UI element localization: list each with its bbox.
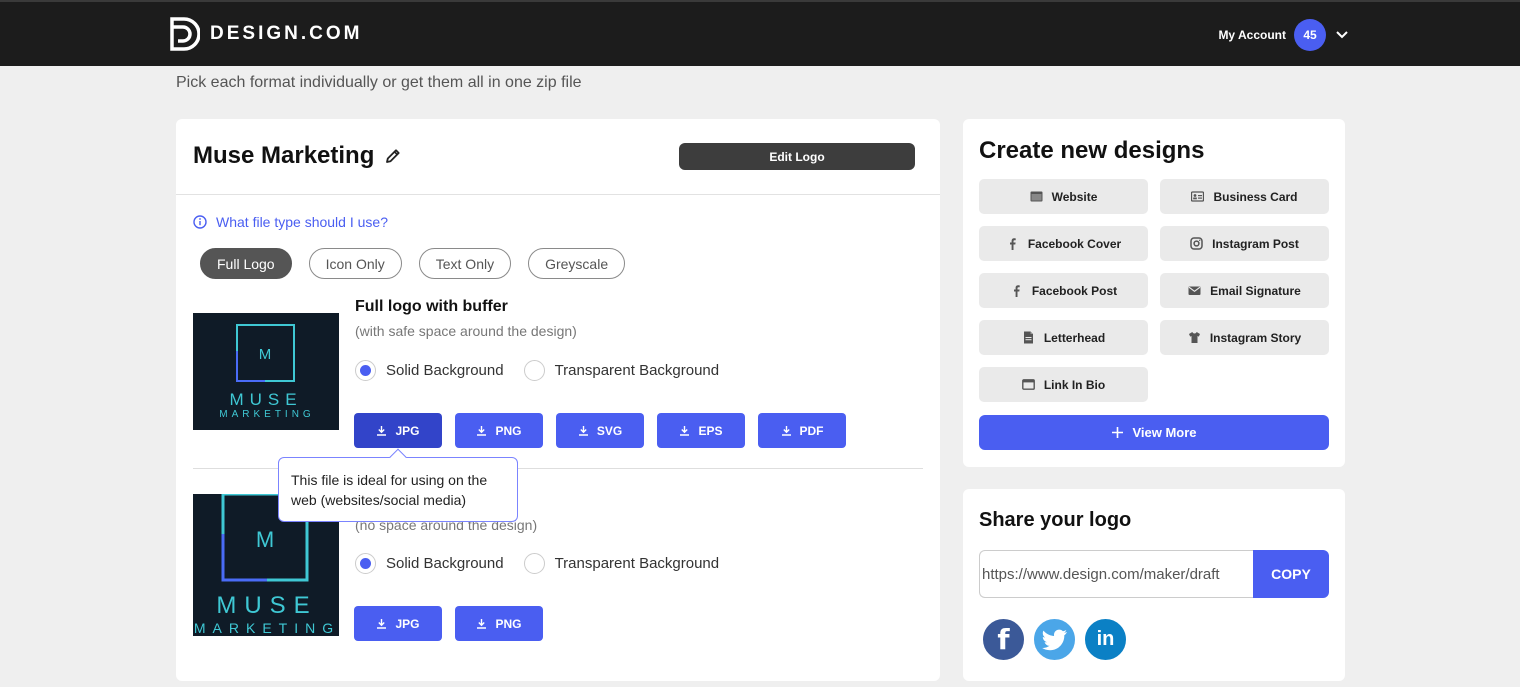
browser-icon [1030,191,1043,202]
download-png-button[interactable]: PNG [455,606,543,641]
facebook-icon [1009,238,1016,250]
download-icon [477,619,487,629]
tab-full-logo[interactable]: Full Logo [200,248,292,279]
id-card-icon [1191,191,1205,202]
design-business-card-button[interactable]: Business Card [1160,179,1329,214]
svg-text:M: M [256,527,274,552]
design-facebook-cover-button[interactable]: Facebook Cover [979,226,1148,261]
tab-text-only[interactable]: Text Only [418,248,512,279]
svg-text:MARKETING: MARKETING [194,620,339,636]
logo-download-card: Muse Marketing Edit Logo What file type … [176,119,940,681]
tooltip-text: This file is ideal for using on the web … [291,472,488,508]
svg-text:MUSE: MUSE [229,390,302,409]
download-icon [578,426,588,436]
facebook-share-icon[interactable]: f [981,617,1026,662]
facebook-icon [1013,285,1020,297]
share-url-field[interactable]: https://www.design.com/maker/draft [979,550,1254,598]
radio-selected[interactable] [355,360,376,381]
design-link-in-bio-button[interactable]: Link In Bio [979,367,1148,402]
social-share-buttons: f in [981,617,1128,662]
svg-text:M: M [259,346,272,363]
download-buttons: JPG PNG SVG EPS PDF [354,413,846,448]
radio-label: Transparent Background [554,555,720,572]
link-window-icon [1021,379,1035,390]
design-website-button[interactable]: Website [979,179,1148,214]
option-subtitle: (with safe space around the design) [355,323,577,339]
radio-label: Transparent Background [554,362,720,379]
download-icon [477,426,487,436]
design-email-signature-button[interactable]: Email Signature [1160,273,1329,308]
svg-text:MARKETING: MARKETING [219,409,314,420]
twitter-share-icon[interactable] [1032,617,1077,662]
page-subtitle: Pick each format individually or get the… [176,74,582,91]
top-navigation-bar: DESIGN.COM My Account 45 [0,0,1520,66]
logo-name-heading: Muse Marketing [193,142,402,170]
svg-text:MUSE: MUSE [216,592,317,619]
download-icon [377,426,387,436]
tab-icon-only[interactable]: Icon Only [308,248,402,279]
help-link-text: What file type should I use? [216,214,388,230]
radio-label: Solid Background [386,555,504,572]
logo-preview-with-buffer: M MUSE MARKETING [193,313,339,430]
create-designs-card: Create new designs Website Business Card… [963,119,1345,467]
linkedin-share-icon[interactable]: in [1083,617,1128,662]
view-more-button[interactable]: View More [979,415,1329,450]
transparent-background-option[interactable]: Transparent Background [523,360,720,381]
muse-logo-image: M MUSE MARKETING [219,324,314,420]
radio-unselected[interactable] [523,360,545,381]
option-title: Full logo with buffer [355,298,508,315]
divider [176,194,940,195]
download-icon [781,426,791,436]
design-com-logo-icon [170,17,200,51]
pencil-icon[interactable] [384,147,402,165]
info-icon [193,215,207,229]
file-type-help-link[interactable]: What file type should I use? [193,214,388,230]
share-heading: Share your logo [979,509,1132,531]
solid-background-option[interactable]: Solid Background [355,553,504,574]
design-instagram-post-button[interactable]: Instagram Post [1160,226,1329,261]
chevron-down-icon[interactable] [1334,27,1350,43]
design-facebook-post-button[interactable]: Facebook Post [979,273,1148,308]
twitter-bird-icon [1041,629,1067,650]
document-icon [1023,331,1033,344]
plus-icon [1112,427,1124,438]
tab-greyscale[interactable]: Greyscale [528,248,626,279]
download-buttons: JPG PNG [354,606,543,641]
download-png-button[interactable]: PNG [455,413,543,448]
logo-type-tabs: Full Logo Icon Only Text Only Greyscale [200,248,626,279]
brand-name: DESIGN.COM [210,23,363,44]
brand-logo[interactable]: DESIGN.COM [170,17,362,51]
share-url-text: https://www.design.com/maker/draft [982,565,1220,583]
copy-link-button[interactable]: COPY [1253,550,1329,598]
background-options: Solid Background Transparent Background [355,360,719,381]
account-badge: 45 [1294,19,1326,51]
download-eps-button[interactable]: EPS [657,413,745,448]
radio-selected[interactable] [355,553,376,574]
my-account-menu[interactable]: My Account 45 [1218,19,1350,51]
download-icon [680,426,690,436]
edit-logo-button[interactable]: Edit Logo [679,143,915,170]
tshirt-icon [1188,332,1200,343]
background-options: Solid Background Transparent Background [355,553,719,574]
download-jpg-button[interactable]: JPG [354,606,442,641]
design-instagram-story-button[interactable]: Instagram Story [1160,320,1329,355]
share-logo-card: Share your logo https://www.design.com/m… [963,489,1345,681]
logo-name: Muse Marketing [193,142,375,169]
envelope-icon [1188,286,1201,295]
download-icon [377,619,387,629]
radio-label: Solid Background [386,362,504,379]
instagram-icon [1190,237,1203,250]
solid-background-option[interactable]: Solid Background [355,360,504,381]
transparent-background-option[interactable]: Transparent Background [523,553,720,574]
download-jpg-button[interactable]: JPG [354,413,442,448]
download-svg-button[interactable]: SVG [556,413,644,448]
design-type-grid: Website Business Card Facebook Cover Ins… [979,179,1329,402]
download-pdf-button[interactable]: PDF [758,413,846,448]
radio-unselected[interactable] [523,553,545,574]
jpg-tooltip: This file is ideal for using on the web … [278,448,518,522]
create-designs-heading: Create new designs [979,137,1205,164]
design-letterhead-button[interactable]: Letterhead [979,320,1148,355]
my-account-label: My Account [1218,28,1286,42]
